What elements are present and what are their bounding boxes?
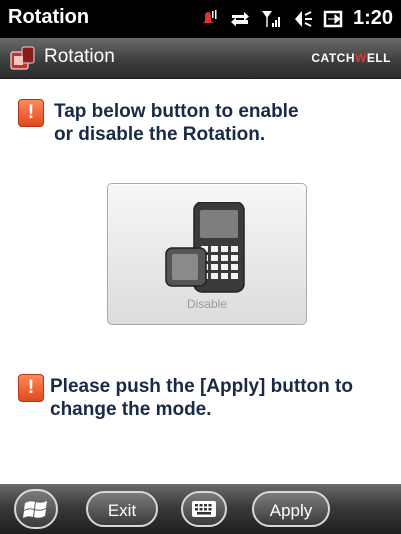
warning-icon: ! — [18, 99, 44, 127]
note-text: Please push the [Apply] button to change… — [50, 375, 353, 421]
rotation-toggle-button[interactable]: Disable — [107, 183, 307, 325]
brand-suffix: ELL — [366, 51, 391, 65]
keyboard-button[interactable] — [181, 491, 227, 527]
note-warning-icon: ! — [18, 374, 44, 402]
status-bar: Rotation 1:20 — [0, 0, 401, 38]
brand-logo: CATCHWELL — [311, 51, 391, 65]
brand-mid: W — [355, 51, 367, 65]
instruction-line-2: or disable the Rotation. — [54, 124, 266, 145]
brand-prefix: CATCH — [311, 51, 355, 65]
data-sync-icon[interactable] — [229, 8, 251, 30]
status-icons: 1:20 — [198, 7, 393, 30]
toggle-button-label: Disable — [186, 297, 228, 311]
status-bar-title: Rotation — [8, 6, 90, 28]
app-title: Rotation — [44, 46, 115, 67]
note-line-2: change the mode. — [50, 399, 212, 420]
apply-button[interactable]: Apply — [252, 491, 330, 527]
signal-icon[interactable] — [260, 8, 282, 30]
exit-button[interactable]: Exit — [86, 491, 158, 527]
instruction-text: Tap below button to enable or disable th… — [54, 100, 299, 146]
battery-charging-icon[interactable] — [322, 8, 344, 30]
windows-start-icon — [23, 501, 47, 518]
clock[interactable]: 1:20 — [353, 7, 393, 30]
instruction-line-1: Tap below button to enable — [54, 101, 299, 122]
volume-icon[interactable] — [291, 8, 313, 30]
keyboard-icon — [192, 501, 216, 517]
note-line-1: Please push the [Apply] button to — [50, 376, 353, 397]
ringer-icon[interactable] — [198, 8, 220, 30]
phone-rotation-icon — [165, 202, 245, 293]
rotation-app-icon — [10, 46, 35, 70]
app-header: Rotation CATCHWELL — [0, 38, 401, 79]
bottom-softkey-bar: Exit Apply — [0, 484, 401, 534]
start-button[interactable] — [14, 489, 58, 529]
